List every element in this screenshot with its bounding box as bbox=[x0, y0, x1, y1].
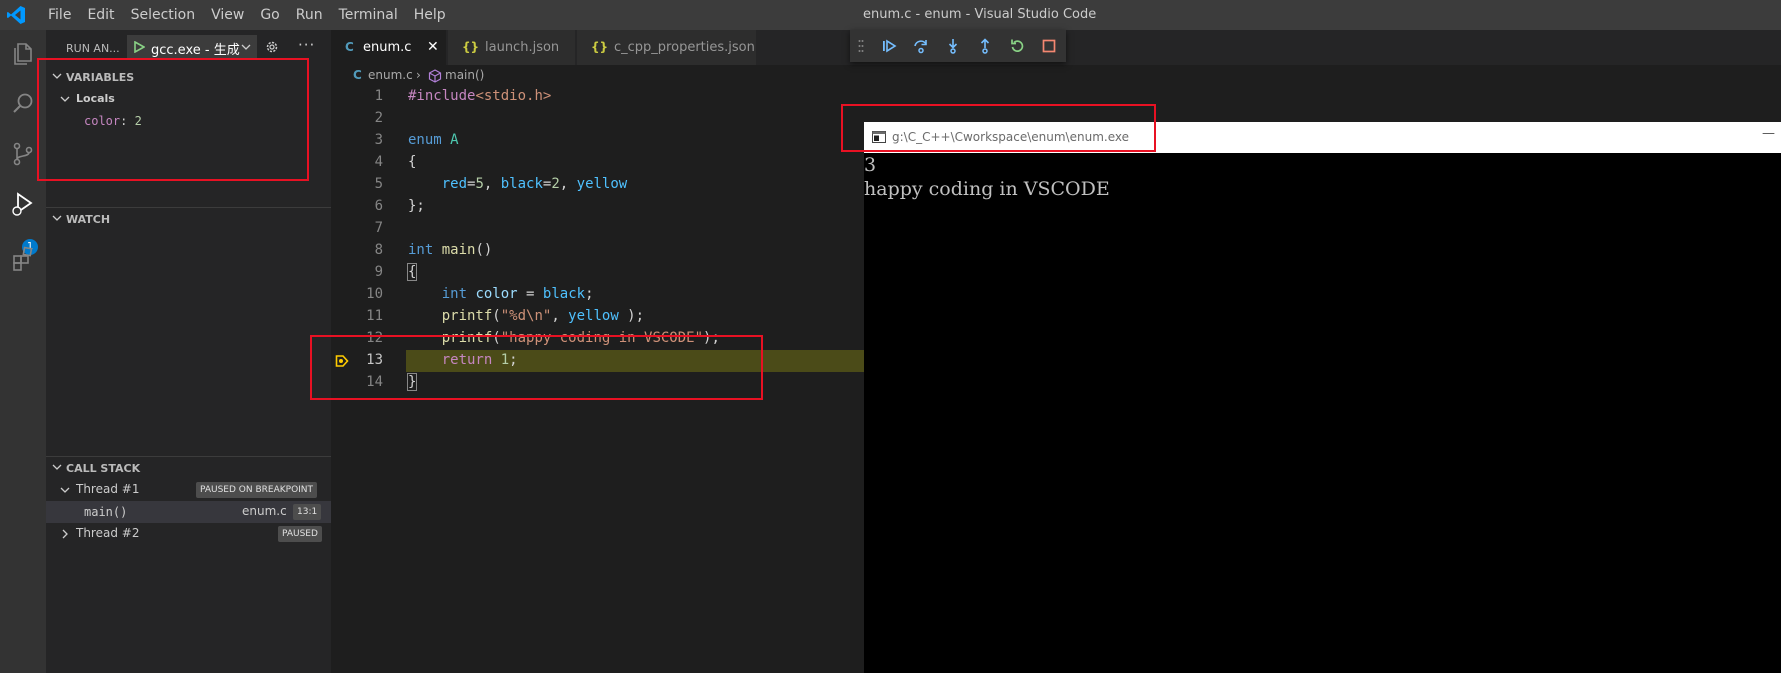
line-number: 5 bbox=[374, 176, 383, 192]
drag-handle-icon[interactable] bbox=[858, 39, 864, 53]
menu-file[interactable]: File bbox=[40, 0, 79, 30]
line-number: 1 bbox=[374, 88, 383, 104]
code-line: 4 { bbox=[331, 152, 864, 174]
code-line: 5 red=5, black=2, yellow bbox=[331, 174, 864, 196]
watch-section-header[interactable]: WATCH bbox=[46, 208, 331, 230]
menu-selection[interactable]: Selection bbox=[123, 0, 204, 30]
frame-file: enum.c bbox=[242, 504, 287, 518]
chevron-down-icon bbox=[241, 44, 251, 50]
code-line: 3 enum A bbox=[331, 130, 864, 152]
chevron-down-icon bbox=[52, 464, 62, 470]
annotation-box-current-line bbox=[310, 335, 763, 400]
code-line: 11 printf("%d\n", yellow ); bbox=[331, 306, 864, 328]
line-number: 6 bbox=[374, 198, 383, 214]
code-line: 1 #include<stdio.h> bbox=[331, 86, 864, 108]
menu-run[interactable]: Run bbox=[288, 0, 331, 30]
title-bar: File Edit Selection View Go Run Terminal… bbox=[0, 0, 1781, 30]
source-control-icon[interactable] bbox=[9, 140, 37, 168]
tab-label: launch.json bbox=[485, 40, 560, 55]
console-output: 3 happy coding in VSCODE bbox=[864, 154, 1110, 200]
continue-icon[interactable] bbox=[881, 38, 897, 54]
frame-position-badge: 13:1 bbox=[293, 504, 322, 520]
thread-name: Thread #2 bbox=[76, 526, 140, 540]
menu-bar: File Edit Selection View Go Run Terminal… bbox=[40, 0, 454, 30]
step-over-icon[interactable] bbox=[913, 38, 929, 54]
stop-icon[interactable] bbox=[1041, 38, 1057, 54]
step-into-icon[interactable] bbox=[945, 38, 961, 54]
breadcrumb-file[interactable]: enum.c bbox=[368, 68, 413, 82]
chevron-down-icon bbox=[60, 487, 70, 493]
tab-label: enum.c bbox=[363, 40, 412, 55]
chevron-down-icon bbox=[52, 215, 62, 221]
debug-toolbar bbox=[850, 30, 1066, 62]
debug-config-label: gcc.exe - 生成 bbox=[151, 43, 240, 58]
menu-view[interactable]: View bbox=[203, 0, 252, 30]
thread-name: Thread #1 bbox=[76, 482, 140, 496]
breadcrumb-symbol[interactable]: main() bbox=[445, 68, 484, 82]
chevron-right-icon bbox=[62, 529, 68, 539]
line-number: 11 bbox=[366, 308, 383, 324]
stack-frame-row[interactable]: main() enum.c 13:1 bbox=[46, 501, 331, 523]
close-icon[interactable]: ✕ bbox=[427, 39, 439, 55]
more-actions-icon[interactable]: ··· bbox=[298, 36, 315, 54]
menu-edit[interactable]: Edit bbox=[79, 0, 122, 30]
c-file-icon: C bbox=[353, 68, 362, 82]
annotation-box-variables bbox=[37, 58, 309, 181]
callstack-section-header[interactable]: CALL STACK bbox=[46, 457, 331, 479]
chevron-right-icon: › bbox=[416, 68, 421, 82]
tab-enum-c[interactable]: C enum.c ✕ bbox=[331, 30, 447, 65]
tab-launch-json[interactable]: {} launch.json bbox=[448, 30, 576, 65]
explorer-icon[interactable] bbox=[9, 40, 37, 68]
code-line: 8 int main() bbox=[331, 240, 864, 262]
line-number: 9 bbox=[374, 264, 383, 280]
extensions-icon[interactable] bbox=[9, 245, 37, 273]
code-line: 10 int color = black; bbox=[331, 284, 864, 306]
line-number: 7 bbox=[374, 220, 383, 236]
start-debugging-icon[interactable] bbox=[133, 41, 145, 53]
console-window[interactable]: g:\C_C++\Cworkspace\enum\enum.exe — 3 ha… bbox=[864, 122, 1781, 673]
status-badge: PAUSED ON BREAKPOINT bbox=[196, 482, 318, 498]
json-file-icon: {} bbox=[462, 40, 480, 54]
tab-c-cpp-properties-json[interactable]: {} c_cpp_properties.json bbox=[577, 30, 757, 65]
annotation-box-console-title bbox=[841, 104, 1156, 152]
vscode-logo-icon bbox=[7, 6, 25, 24]
window-title: enum.c - enum - Visual Studio Code bbox=[863, 7, 1097, 22]
run-view-title: RUN AN... bbox=[66, 42, 120, 55]
tab-label: c_cpp_properties.json bbox=[614, 40, 755, 55]
menu-go[interactable]: Go bbox=[252, 0, 287, 30]
step-out-icon[interactable] bbox=[977, 38, 993, 54]
callstack-title: CALL STACK bbox=[66, 462, 141, 475]
run-debug-icon[interactable] bbox=[9, 190, 37, 218]
code-line: 6 }; bbox=[331, 196, 864, 218]
thread-row[interactable]: Thread #1 PAUSED ON BREAKPOINT bbox=[46, 479, 331, 501]
thread-row[interactable]: Thread #2 PAUSED bbox=[46, 523, 331, 545]
line-number: 3 bbox=[374, 132, 383, 148]
line-number: 8 bbox=[374, 242, 383, 258]
frame-function: main() bbox=[84, 505, 128, 519]
json-file-icon: {} bbox=[591, 40, 609, 54]
debug-config-dropdown[interactable]: gcc.exe - 生成 bbox=[127, 35, 257, 59]
menu-terminal[interactable]: Terminal bbox=[331, 0, 406, 30]
restart-icon[interactable] bbox=[1009, 38, 1025, 54]
c-file-icon: C bbox=[345, 40, 354, 54]
line-number: 10 bbox=[366, 286, 383, 302]
menu-help[interactable]: Help bbox=[406, 0, 454, 30]
code-line: 7 bbox=[331, 218, 864, 240]
method-symbol-icon bbox=[428, 69, 442, 83]
code-line: 9 { bbox=[331, 262, 864, 284]
watch-title: WATCH bbox=[66, 213, 111, 226]
gear-icon[interactable] bbox=[264, 39, 280, 55]
line-number: 4 bbox=[374, 154, 383, 170]
line-number: 2 bbox=[374, 110, 383, 126]
search-icon[interactable] bbox=[9, 90, 37, 118]
code-line: 2 bbox=[331, 108, 864, 130]
minimize-button[interactable]: — bbox=[1762, 126, 1775, 141]
status-badge: PAUSED bbox=[278, 526, 322, 542]
